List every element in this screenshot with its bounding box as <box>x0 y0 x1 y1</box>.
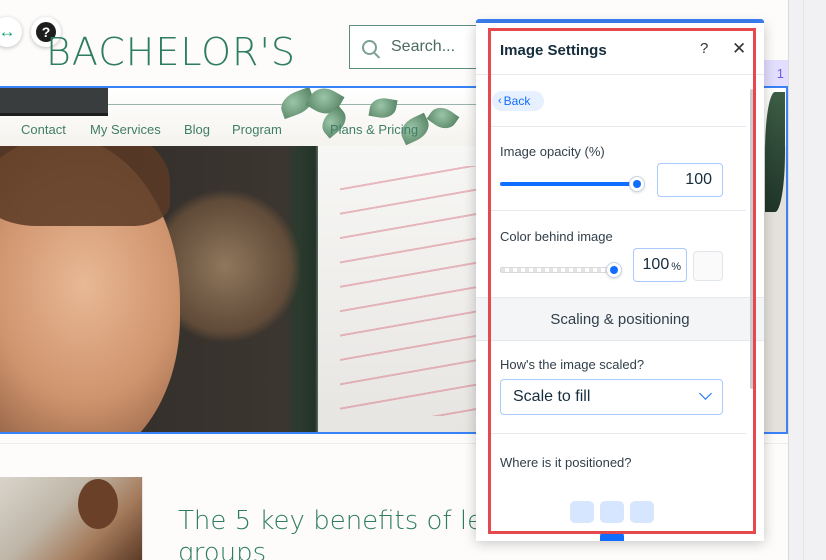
opacity-input[interactable]: 100 <box>657 163 723 197</box>
color-opacity-input[interactable]: 100% <box>633 248 687 282</box>
opacity-label: Image opacity (%) <box>500 144 605 159</box>
blog-card-border <box>142 477 143 560</box>
divider <box>488 433 746 434</box>
color-slider-fill <box>501 268 614 272</box>
site-logo[interactable]: BACHELOR'S <box>46 30 296 74</box>
opacity-slider-handle[interactable] <box>630 177 644 191</box>
position-cell-top-right[interactable] <box>630 501 654 523</box>
chevron-down-icon <box>699 387 712 400</box>
color-slider-handle[interactable] <box>607 263 621 277</box>
move-handle-icon[interactable]: ↔ <box>0 17 22 47</box>
scale-selected-value: Scale to fill <box>513 388 591 405</box>
position-cell-center-selected[interactable] <box>600 531 624 541</box>
search-placeholder: Search... <box>391 38 456 55</box>
position-label: Where is it positioned? <box>500 455 632 470</box>
scaling-section-header: Scaling & positioning <box>476 297 764 341</box>
color-swatch[interactable] <box>693 251 723 281</box>
opacity-slider[interactable] <box>500 177 644 191</box>
move-arrows-glyph: ↔ <box>0 22 16 41</box>
percent-unit: % <box>671 260 681 273</box>
back-button[interactable]: ‹ Back <box>492 91 545 111</box>
opacity-value: 100 <box>685 171 712 188</box>
blog-title-line-2: groups <box>178 538 267 560</box>
image-settings-panel: Image Settings ? ✕ ‹ Back Image opacity … <box>476 23 764 541</box>
scale-label: How's the image scaled? <box>500 357 645 372</box>
editor-right-gutter <box>788 0 826 560</box>
panel-scrollbar[interactable] <box>750 89 754 389</box>
gutter-divider <box>803 0 804 560</box>
position-cell-top-left[interactable] <box>570 501 594 523</box>
divider <box>488 210 746 211</box>
section-number: 1 <box>776 65 784 81</box>
blog-post-thumbnail[interactable] <box>0 477 142 560</box>
section-number-badge[interactable]: 1 <box>762 60 788 86</box>
color-opacity-slider[interactable] <box>500 263 621 277</box>
scale-dropdown[interactable]: Scale to fill <box>500 379 723 415</box>
chevron-left-icon: ‹ <box>498 95 502 107</box>
color-opacity-value: 100 <box>642 256 670 273</box>
back-label: Back <box>503 94 531 108</box>
blog-post-title[interactable]: The 5 key benefits of lear groups <box>178 505 478 560</box>
color-behind-label: Color behind image <box>500 229 613 244</box>
opacity-slider-fill <box>500 182 637 186</box>
blog-title-line-1: The 5 key benefits of lear <box>178 506 478 536</box>
scaling-section-title: Scaling & positioning <box>550 310 690 328</box>
position-cell-top-center[interactable] <box>600 501 624 523</box>
site-search-box[interactable]: Search... <box>349 25 489 69</box>
panel-close-icon[interactable]: ✕ <box>732 39 746 59</box>
panel-title: Image Settings <box>500 42 607 59</box>
search-icon <box>362 39 377 55</box>
divider <box>488 126 746 127</box>
panel-help-icon[interactable]: ? <box>700 40 708 57</box>
panel-header: Image Settings ? ✕ <box>476 23 764 75</box>
